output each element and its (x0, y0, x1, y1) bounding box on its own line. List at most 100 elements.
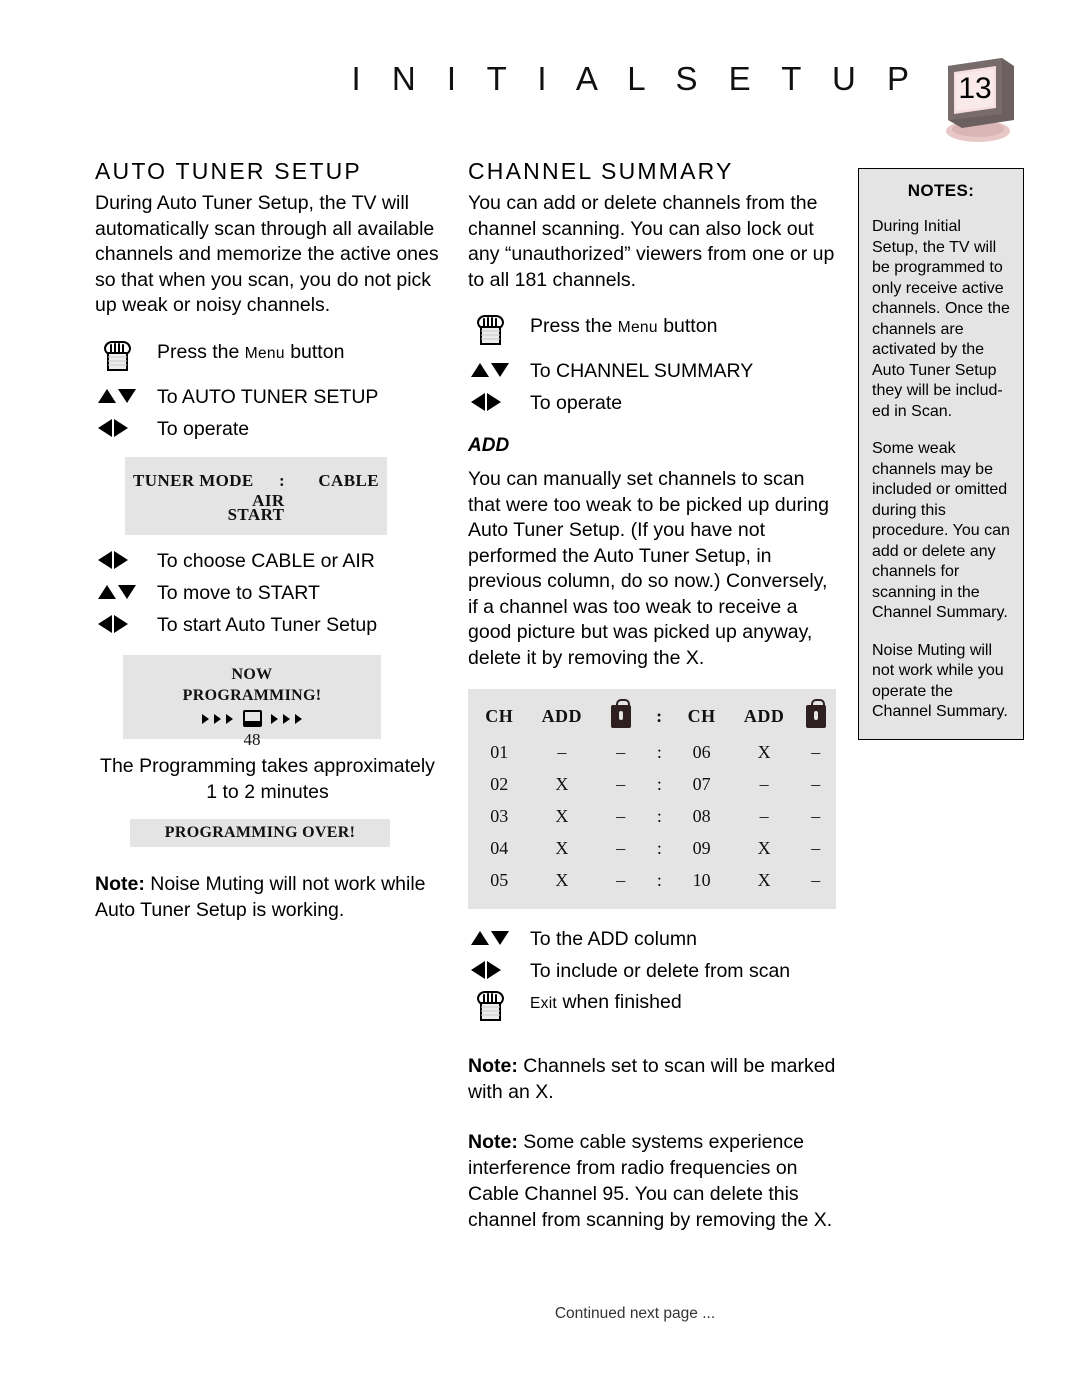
left-right-arrows-icon (468, 393, 530, 411)
programming-duration-line2: 1 to 2 minutes (206, 780, 329, 803)
osd-start-label: START (227, 504, 285, 524)
cell-lock-right[interactable]: – (795, 801, 836, 833)
cell-add-left[interactable]: X (531, 769, 594, 801)
cell-lock-right[interactable]: – (795, 833, 836, 865)
column-header-ch-right: CH (687, 705, 716, 726)
auto-tuner-steps-group-b: To choose CABLE or AIR To move to START … (95, 545, 440, 639)
osd-now-label: NOW (231, 665, 273, 683)
cell-add-right[interactable]: – (733, 769, 796, 801)
menu-button-icon (95, 337, 157, 375)
table-row[interactable]: 02 X – : 07 – – (468, 769, 836, 801)
cell-add-left[interactable]: X (531, 801, 594, 833)
column-separator: : (656, 705, 663, 726)
cell-separator: : (656, 806, 662, 827)
menu-button-icon (468, 311, 530, 349)
cell-lock-right[interactable]: – (795, 865, 836, 897)
instruction-label: Press the Menu button (157, 340, 345, 363)
instruction-row: To operate (468, 387, 840, 417)
instruction-label: To operate (530, 392, 623, 414)
instruction-row: To operate (95, 413, 440, 443)
cell-lock-left[interactable]: – (593, 865, 648, 897)
cell-ch-right: 09 (692, 838, 711, 859)
channel-summary-intro: You can add or delete channels from the … (468, 192, 835, 291)
add-description: You can manually set channels to scan th… (468, 468, 829, 669)
cell-lock-right[interactable]: – (795, 769, 836, 801)
instruction-row: Press the Menu button (95, 337, 440, 379)
instruction-label: To include or delete from scan (530, 959, 791, 982)
auto-tuner-steps-group-a: Press the Menu button To AUTO TUNER SETU… (95, 337, 440, 443)
table-row[interactable]: 04 X – : 09 X – (468, 833, 836, 865)
channel-summary-steps-group-a: Press the Menu button To CHANNEL SUMMARY… (468, 311, 840, 417)
auto-tuner-note: Note: Noise Muting will not work while A… (95, 871, 440, 923)
notes-sidebar: NOTES: During Initial Setup, the TV will… (858, 168, 1024, 740)
table-row[interactable]: 03 X – : 08 – – (468, 801, 836, 833)
auto-tuner-setup-intro: During Auto Tuner Setup, the TV will aut… (95, 192, 439, 316)
tv-icon: 13 (928, 52, 1020, 144)
cell-add-left[interactable]: X (531, 833, 594, 865)
left-right-arrows-icon (95, 418, 157, 437)
instruction-label: Exit when finished (530, 990, 682, 1013)
auto-tuner-setup-heading: AUTO TUNER SETUP (95, 158, 362, 184)
instruction-row: To the ADD column (468, 923, 840, 953)
menu-keyword: Menu (617, 319, 658, 336)
osd-tuner-mode-box: TUNER MODE : CABLE AIR START (125, 456, 387, 535)
notes-paragraph: Some weak channels may be included or om… (872, 440, 1010, 621)
cell-lock-left[interactable]: – (593, 833, 648, 865)
instruction-label: Press the Menu button (530, 315, 718, 337)
instruction-row: Press the Menu button (468, 311, 840, 353)
notes-title: NOTES: (907, 181, 975, 200)
osd-now-programming-box: NOW PROGRAMMING! 48 (123, 654, 381, 749)
instruction-row: To AUTO TUNER SETUP (95, 381, 440, 411)
exit-button-icon (468, 987, 530, 1025)
instruction-label: To move to START (157, 581, 320, 604)
osd-option-cable: CABLE (318, 470, 379, 490)
cell-ch-left: 04 (490, 838, 509, 859)
page-footer: Continued next page ... (0, 1305, 1080, 1323)
table-row[interactable]: 05 X – : 10 X – (468, 865, 836, 897)
instruction-row: To start Auto Tuner Setup (95, 609, 440, 639)
up-down-arrows-icon (95, 584, 157, 599)
instruction-label: To CHANNEL SUMMARY (530, 360, 754, 382)
cell-ch-left: 03 (490, 806, 509, 827)
column-header-lock-left (593, 698, 648, 737)
notes-paragraph: Noise Muting will not work while you ope… (872, 641, 1008, 721)
cell-lock-left[interactable]: – (593, 801, 648, 833)
instruction-label: To operate (157, 417, 250, 440)
note-text: Some cable systems experience interferen… (468, 1130, 833, 1231)
note-text: Noise Muting will not work while Auto Tu… (95, 872, 426, 921)
cell-add-right[interactable]: X (733, 833, 796, 865)
cell-add-left[interactable]: X (531, 865, 594, 897)
cell-lock-left[interactable]: – (593, 769, 648, 801)
cell-lock-right[interactable]: – (795, 737, 836, 769)
cell-separator: : (656, 870, 662, 891)
page-number-label: 13 (958, 72, 991, 105)
left-right-arrows-icon (95, 550, 157, 569)
tv-glyph-icon (242, 710, 262, 727)
cell-separator: : (656, 742, 662, 763)
up-down-arrows-icon (95, 388, 157, 403)
continued-next-page-label: Continued next page ... (554, 1305, 716, 1322)
cell-add-right[interactable]: X (733, 737, 796, 769)
osd-programming-over-box: PROGRAMMING OVER! (130, 818, 390, 847)
cell-add-left[interactable]: – (531, 737, 594, 769)
cell-ch-right: 08 (692, 806, 711, 827)
channel-summary-steps-group-b: To the ADD column To include or delete f… (468, 923, 840, 1029)
auto-tuner-setup-section: AUTO TUNER SETUP During Auto Tuner Setup… (95, 158, 440, 942)
lock-icon (610, 698, 631, 728)
instruction-row: To CHANNEL SUMMARY (468, 355, 840, 385)
table-row[interactable]: 01 – – : 06 X – (468, 737, 836, 769)
left-right-arrows-icon (95, 614, 157, 633)
left-right-arrows-icon (468, 960, 530, 979)
instruction-label: To the ADD column (530, 927, 697, 950)
osd-progress-animation (123, 709, 381, 729)
cell-add-right[interactable]: X (733, 865, 796, 897)
cell-ch-right: 07 (692, 774, 711, 795)
cell-ch-left: 02 (490, 774, 509, 795)
cell-add-right[interactable]: – (733, 801, 796, 833)
up-down-arrows-icon (468, 930, 530, 945)
cell-lock-left[interactable]: – (593, 737, 648, 769)
cell-separator: : (656, 774, 662, 795)
column-header-add-left: ADD (541, 705, 583, 726)
note-label: Note: (468, 1130, 518, 1153)
cell-separator: : (656, 838, 662, 859)
